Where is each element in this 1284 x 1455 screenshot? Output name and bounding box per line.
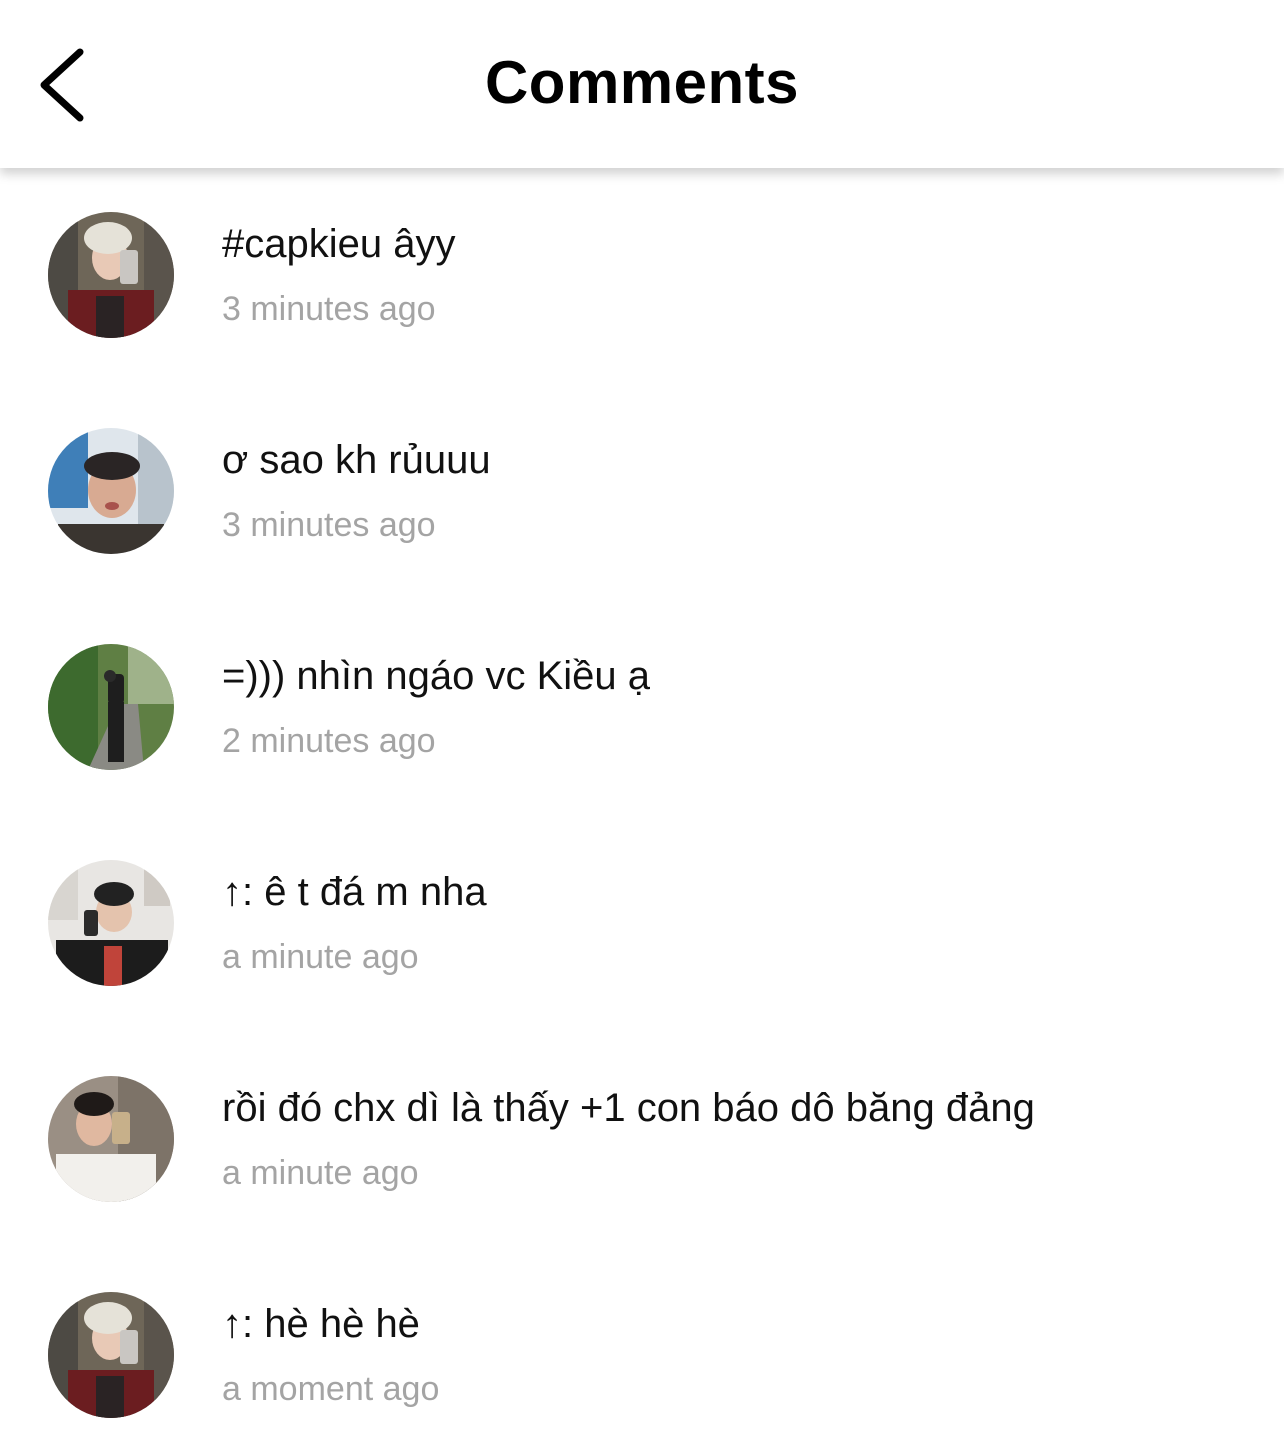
top-bar: Comments	[0, 0, 1284, 168]
comment-timestamp: 3 minutes ago	[222, 506, 436, 544]
comment-timestamp: 2 minutes ago	[222, 722, 436, 760]
comment-text: #capkieu âyy	[222, 222, 456, 266]
comment-timestamp: a minute ago	[222, 1154, 419, 1192]
avatar[interactable]	[48, 1076, 174, 1202]
avatar[interactable]	[48, 212, 174, 338]
comment-item[interactable]: =))) nhìn ngáo vc Kiều ạ 2 minutes ago	[0, 600, 1284, 816]
comment-item[interactable]: ơ sao kh rủuuu 3 minutes ago	[0, 384, 1284, 600]
comment-text: =))) nhìn ngáo vc Kiều ạ	[222, 654, 651, 698]
comment-text: ↑: ê t đá m nha	[222, 870, 487, 914]
comment-item[interactable]: ↑: ê t đá m nha a minute ago	[0, 816, 1284, 1032]
comment-item[interactable]: rồi đó chx dì là thấy +1 con báo dô băng…	[0, 1032, 1284, 1248]
comment-timestamp: 3 minutes ago	[222, 290, 436, 328]
comment-item[interactable]: ↑: hè hè hè a moment ago	[0, 1248, 1284, 1455]
avatar[interactable]	[48, 1292, 174, 1418]
comment-text: rồi đó chx dì là thấy +1 con báo dô băng…	[222, 1086, 1035, 1130]
comment-list[interactable]: #capkieu âyy 3 minutes ago ơ sao kh rủuu…	[0, 168, 1284, 1455]
page-title: Comments	[484, 49, 800, 116]
comment-text: ↑: hè hè hè	[222, 1302, 420, 1346]
comment-text: ơ sao kh rủuuu	[222, 438, 491, 482]
avatar[interactable]	[48, 428, 174, 554]
comment-timestamp: a minute ago	[222, 938, 419, 976]
comment-timestamp: a moment ago	[222, 1370, 440, 1408]
comment-item[interactable]: #capkieu âyy 3 minutes ago	[0, 168, 1284, 384]
avatar[interactable]	[48, 860, 174, 986]
avatar[interactable]	[48, 644, 174, 770]
